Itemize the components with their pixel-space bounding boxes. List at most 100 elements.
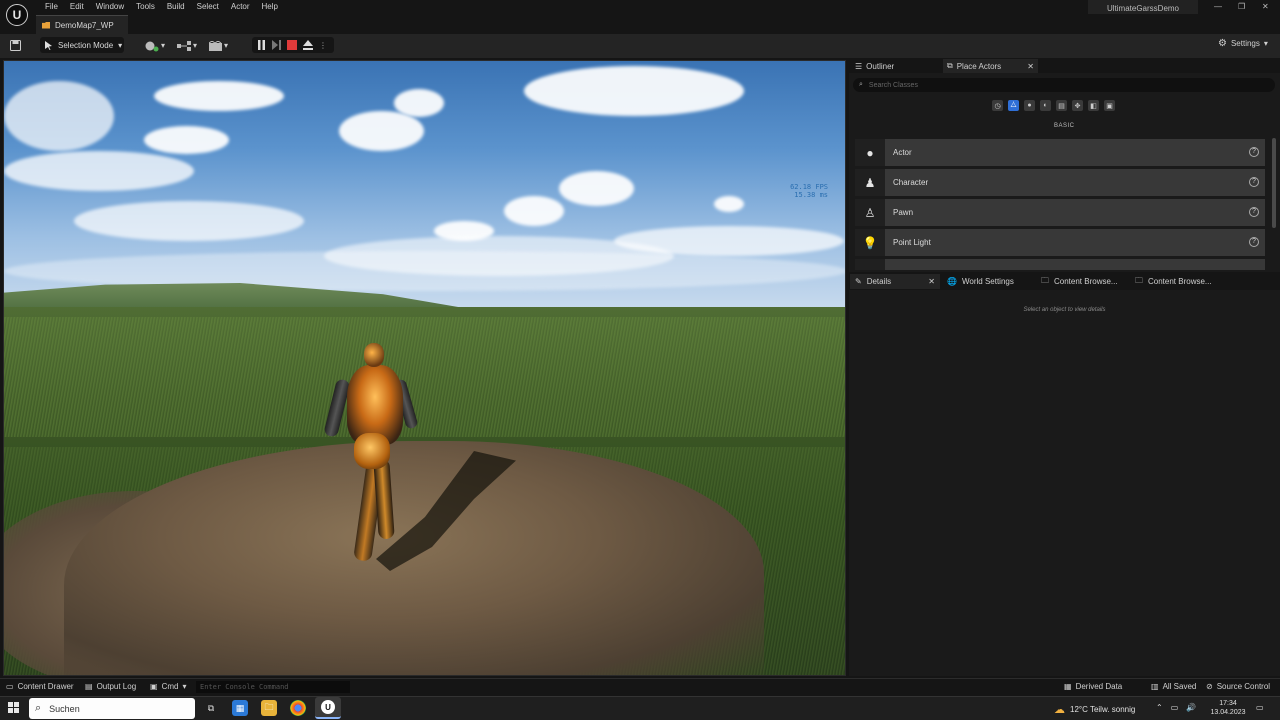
derived-data-label: Derived Data: [1075, 682, 1123, 691]
shapes-icon[interactable]: ◐: [1040, 100, 1051, 111]
source-control-label: Source Control: [1216, 682, 1271, 691]
cinematics-icon[interactable]: ▾: [209, 38, 228, 53]
data-icon: ▦: [1064, 682, 1072, 691]
menu-help[interactable]: Help: [256, 1, 284, 13]
selection-mode-dropdown[interactable]: Selection Mode ▾: [40, 37, 124, 53]
file-explorer-icon[interactable]: 🗀: [261, 700, 277, 716]
chevron-down-icon: ▾: [182, 682, 187, 691]
task-view-icon[interactable]: ⧉: [203, 700, 219, 716]
taskbar-clock[interactable]: 17:34 13.04.2023: [1208, 699, 1248, 717]
close-tab-icon[interactable]: ✕: [928, 277, 935, 286]
network-icon[interactable]: ▭: [1171, 703, 1179, 712]
help-icon[interactable]: ?: [1249, 207, 1259, 217]
notification-icon[interactable]: ▭: [1256, 703, 1264, 712]
cursor-icon: [45, 40, 52, 50]
scrollbar[interactable]: [1272, 138, 1276, 228]
visual-effects-icon[interactable]: ✥: [1072, 100, 1083, 111]
tab-place-actors[interactable]: ⧉ Place Actors ✕: [943, 59, 1038, 73]
folder-icon: 🗀: [1041, 275, 1049, 285]
menu-window[interactable]: Window: [90, 1, 130, 13]
character-icon: ♟: [855, 169, 885, 196]
source-control-icon: ⊘: [1206, 682, 1213, 691]
list-item-point-light[interactable]: 💡 Point Light ?: [855, 229, 1265, 256]
add-actor-icon[interactable]: ▾: [145, 38, 165, 53]
light-bulb-icon: 💡: [855, 229, 885, 256]
source-control-button[interactable]: ⊘ Source Control: [1206, 682, 1270, 691]
cinematic-icon[interactable]: ▤: [1056, 100, 1067, 111]
tab-details[interactable]: ✎ Details ✕: [850, 274, 940, 289]
menu-select[interactable]: Select: [191, 1, 225, 13]
clock-time: 17:34: [1219, 700, 1237, 707]
output-log-button[interactable]: ▤ Output Log: [85, 682, 136, 691]
console-input[interactable]: Enter Console Command: [196, 681, 350, 693]
derived-data-button[interactable]: ▦ Derived Data: [1064, 682, 1122, 691]
tab-world-settings[interactable]: 🌐 World Settings: [942, 274, 1019, 289]
weather-icon: ☁: [1054, 704, 1065, 716]
chevron-down-icon: ▾: [1263, 39, 1268, 48]
tray-overflow-icon[interactable]: ⌃: [1156, 703, 1163, 712]
volumes-icon[interactable]: ◧: [1088, 100, 1099, 111]
windows-start-icon[interactable]: [8, 702, 20, 714]
close-icon[interactable]: ✕: [1262, 2, 1269, 11]
unreal-logo-icon[interactable]: U: [6, 4, 28, 26]
cmd-label: Cmd: [161, 682, 179, 691]
menu-file[interactable]: File: [39, 1, 64, 13]
taskbar-search[interactable]: ⌕ Suchen: [29, 698, 195, 719]
selection-mode-label: Selection Mode: [58, 40, 114, 50]
menu-edit[interactable]: Edit: [64, 1, 90, 13]
lights-icon[interactable]: ●: [1024, 100, 1035, 111]
tab-content-browser-2[interactable]: 🗀 Content Browse...: [1130, 274, 1217, 289]
tab-world-settings-label: World Settings: [961, 277, 1014, 286]
volume-icon[interactable]: 🔊: [1186, 703, 1196, 712]
log-icon: ▤: [85, 682, 93, 691]
list-item-pawn[interactable]: ♙ Pawn ?: [855, 199, 1265, 226]
search-icon: ⌕: [35, 702, 42, 714]
blueprint-icon[interactable]: ▾: [177, 38, 197, 53]
settings-button[interactable]: ⚙ Settings ▾: [1218, 38, 1268, 49]
search-classes-input[interactable]: ⌕ Search Classes: [853, 78, 1275, 92]
outliner-icon: ☰: [855, 61, 863, 71]
menu-actor[interactable]: Actor: [225, 1, 256, 13]
tab-content-browser-1[interactable]: 🗀 Content Browse...: [1036, 274, 1123, 289]
actor-thumb: [855, 259, 885, 270]
store-icon[interactable]: ▦: [232, 700, 248, 716]
outliner-tab-bar: [849, 58, 1280, 73]
list-item-character[interactable]: ♟ Character ?: [855, 169, 1265, 196]
recent-icon[interactable]: ◷: [992, 100, 1003, 111]
more-options-icon[interactable]: ⋮: [319, 41, 327, 50]
eject-icon[interactable]: [303, 40, 313, 50]
all-classes-icon[interactable]: ▣: [1104, 100, 1115, 111]
close-tab-icon[interactable]: ✕: [1027, 62, 1034, 71]
save-icon[interactable]: [10, 38, 21, 53]
clock-date: 13.04.2023: [1210, 709, 1246, 716]
stop-icon[interactable]: [287, 40, 297, 50]
minimize-icon[interactable]: —: [1214, 2, 1222, 11]
menu-tools[interactable]: Tools: [130, 1, 161, 13]
cmd-dropdown[interactable]: ▣ Cmd ▾: [150, 682, 186, 691]
help-icon[interactable]: ?: [1249, 237, 1259, 247]
pause-icon[interactable]: [257, 40, 266, 50]
folder-icon: 🗀: [1135, 275, 1143, 285]
list-item-actor[interactable]: ● Actor ?: [855, 139, 1265, 166]
step-icon[interactable]: [272, 40, 281, 50]
fps-value: 62.18 FPS: [790, 183, 828, 191]
system-tray: ⌃ ▭ 🔊: [1156, 703, 1196, 712]
chrome-icon[interactable]: [290, 700, 306, 716]
tab-demomap[interactable]: DemoMap7_WP: [36, 15, 128, 34]
all-saved-button[interactable]: ▥ All Saved: [1151, 682, 1196, 691]
content-drawer-button[interactable]: ▭ Content Drawer: [6, 682, 74, 691]
weather-widget[interactable]: ☁ 12°C Teilw. sonnig: [1054, 703, 1135, 716]
help-icon[interactable]: ?: [1249, 147, 1259, 157]
tab-outliner[interactable]: ☰ Outliner: [851, 59, 898, 73]
character-hips: [354, 433, 390, 469]
unreal-editor-taskbar-icon[interactable]: U: [315, 697, 341, 719]
search-placeholder: Search Classes: [868, 81, 918, 89]
list-item-partial[interactable]: [855, 259, 1265, 270]
level-viewport[interactable]: 62.18 FPS 15.38 ms: [3, 60, 846, 676]
save-status-icon: ▥: [1151, 682, 1159, 691]
character-head: [364, 343, 384, 367]
maximize-icon[interactable]: ❐: [1238, 2, 1245, 11]
help-icon[interactable]: ?: [1249, 177, 1259, 187]
basic-category-icon[interactable]: ⧊: [1008, 100, 1019, 111]
menu-build[interactable]: Build: [161, 1, 191, 13]
